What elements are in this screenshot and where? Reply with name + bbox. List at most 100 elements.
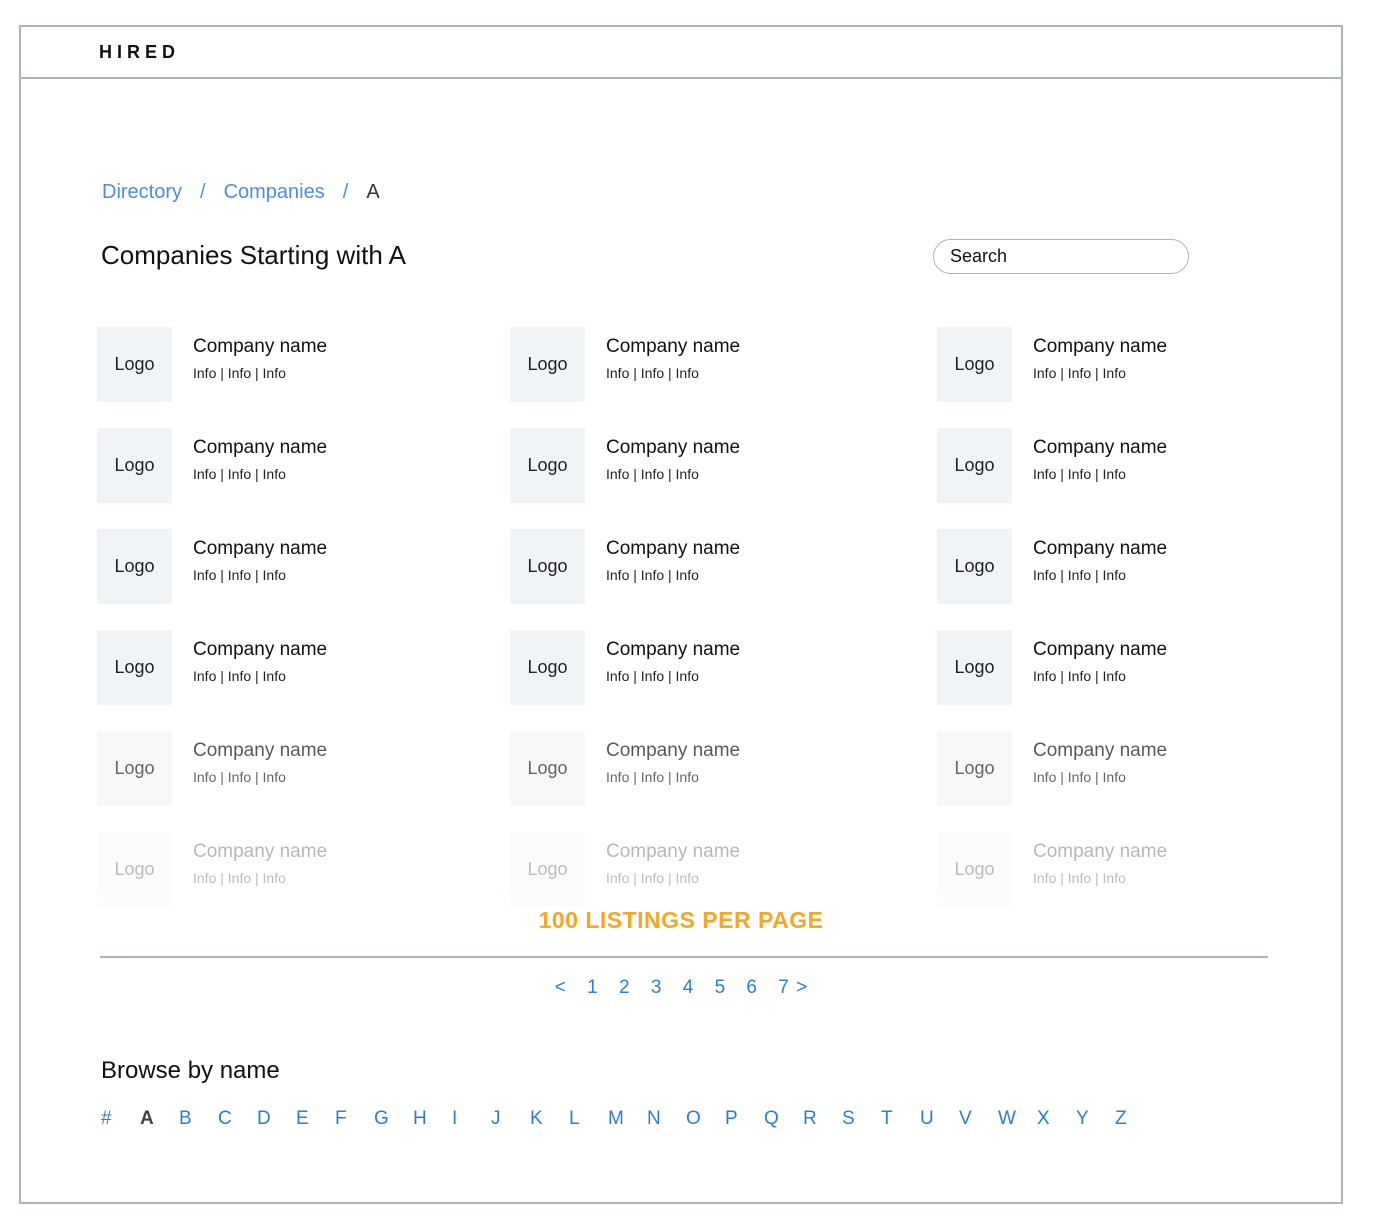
alphabet-letter-b[interactable]: B	[179, 1108, 218, 1130]
alphabet-letter-n[interactable]: N	[647, 1108, 686, 1130]
company-logo: Logo	[937, 832, 1012, 907]
alphabet-letter-i[interactable]: I	[452, 1108, 491, 1130]
alphabet-letter-m[interactable]: M	[608, 1108, 647, 1130]
company-logo: Logo	[510, 731, 585, 806]
company-text: Company name Info | Info | Info	[193, 327, 327, 382]
alphabet-letter-l[interactable]: L	[569, 1108, 608, 1130]
alphabet-letter-f[interactable]: F	[335, 1108, 374, 1130]
pagination-prev[interactable]: <	[555, 977, 566, 999]
company-name[interactable]: Company name	[1033, 740, 1167, 762]
alphabet-letter-e[interactable]: E	[296, 1108, 335, 1130]
company-card[interactable]: Logo Company name Info | Info | Info	[510, 731, 890, 807]
company-text: Company name Info | Info | Info	[193, 630, 327, 685]
company-card[interactable]: Logo Company name Info | Info | Info	[97, 630, 477, 706]
company-card[interactable]: Logo Company name Info | Info | Info	[97, 832, 477, 908]
company-card[interactable]: Logo Company name Info | Info | Info	[937, 428, 1317, 504]
page-link-6[interactable]: 6	[746, 977, 757, 999]
page-link-3[interactable]: 3	[651, 977, 662, 999]
company-info: Info | Info | Info	[606, 668, 699, 684]
company-name[interactable]: Company name	[193, 740, 327, 762]
company-card[interactable]: Logo Company name Info | Info | Info	[510, 832, 890, 908]
company-card[interactable]: Logo Company name Info | Info | Info	[937, 529, 1317, 605]
company-logo: Logo	[937, 428, 1012, 503]
alphabet-letter-p[interactable]: P	[725, 1108, 764, 1130]
company-logo: Logo	[937, 731, 1012, 806]
company-text: Company name Info | Info | Info	[193, 832, 327, 887]
company-name[interactable]: Company name	[1033, 639, 1167, 661]
alphabet-letter-j[interactable]: J	[491, 1108, 530, 1130]
browse-by-name-heading: Browse by name	[101, 1057, 280, 1084]
company-name[interactable]: Company name	[193, 639, 327, 661]
alphabet-letter-d[interactable]: D	[257, 1108, 296, 1130]
company-name[interactable]: Company name	[193, 437, 327, 459]
company-info: Info | Info | Info	[1033, 466, 1126, 482]
pagination-next[interactable]: >	[796, 977, 807, 999]
company-name[interactable]: Company name	[606, 437, 740, 459]
company-name[interactable]: Company name	[606, 336, 740, 358]
alphabet-letter-g[interactable]: G	[374, 1108, 413, 1130]
alphabet-letter-z[interactable]: Z	[1115, 1108, 1154, 1130]
company-card[interactable]: Logo Company name Info | Info | Info	[510, 327, 890, 403]
page-link-1[interactable]: 1	[587, 977, 598, 999]
company-card[interactable]: Logo Company name Info | Info | Info	[937, 731, 1317, 807]
divider	[100, 956, 1268, 958]
alphabet-letter-t[interactable]: T	[881, 1108, 920, 1130]
company-text: Company name Info | Info | Info	[606, 428, 740, 483]
company-card[interactable]: Logo Company name Info | Info | Info	[97, 529, 477, 605]
company-name[interactable]: Company name	[193, 538, 327, 560]
alphabet-letter-s[interactable]: S	[842, 1108, 881, 1130]
company-info: Info | Info | Info	[1033, 668, 1126, 684]
company-text: Company name Info | Info | Info	[193, 428, 327, 483]
alphabet-letter-w[interactable]: W	[998, 1108, 1037, 1130]
alphabet-letter-o[interactable]: O	[686, 1108, 725, 1130]
alphabet-letter-c[interactable]: C	[218, 1108, 257, 1130]
company-info: Info | Info | Info	[193, 466, 286, 482]
company-card[interactable]: Logo Company name Info | Info | Info	[510, 630, 890, 706]
company-text: Company name Info | Info | Info	[606, 327, 740, 382]
company-card[interactable]: Logo Company name Info | Info | Info	[937, 630, 1317, 706]
page-frame: HIRED Directory / Companies / A Companie…	[19, 25, 1343, 1204]
company-logo: Logo	[937, 630, 1012, 705]
company-logo: Logo	[97, 529, 172, 604]
alphabet-letter-hash[interactable]: #	[101, 1108, 140, 1130]
company-card[interactable]: Logo Company name Info | Info | Info	[510, 428, 890, 504]
alphabet-letter-r[interactable]: R	[803, 1108, 842, 1130]
company-name[interactable]: Company name	[1033, 336, 1167, 358]
company-logo: Logo	[510, 529, 585, 604]
page-link-2[interactable]: 2	[619, 977, 630, 999]
company-name[interactable]: Company name	[193, 336, 327, 358]
alphabet-letter-h[interactable]: H	[413, 1108, 452, 1130]
company-card[interactable]: Logo Company name Info | Info | Info	[97, 327, 477, 403]
company-name[interactable]: Company name	[606, 740, 740, 762]
alphabet-letter-u[interactable]: U	[920, 1108, 959, 1130]
company-name[interactable]: Company name	[606, 639, 740, 661]
alphabet-letter-y[interactable]: Y	[1076, 1108, 1115, 1130]
company-card[interactable]: Logo Company name Info | Info | Info	[97, 731, 477, 807]
brand-logo[interactable]: HIRED	[99, 42, 180, 63]
search-input[interactable]	[933, 239, 1189, 274]
company-text: Company name Info | Info | Info	[606, 832, 740, 887]
alphabet-letter-q[interactable]: Q	[764, 1108, 803, 1130]
company-card[interactable]: Logo Company name Info | Info | Info	[510, 529, 890, 605]
page-link-5[interactable]: 5	[715, 977, 726, 999]
company-card[interactable]: Logo Company name Info | Info | Info	[937, 327, 1317, 403]
page-link-7[interactable]: 7	[778, 977, 789, 999]
company-logo: Logo	[510, 327, 585, 402]
alphabet-letter-k[interactable]: K	[530, 1108, 569, 1130]
company-name[interactable]: Company name	[1033, 538, 1167, 560]
company-name[interactable]: Company name	[193, 841, 327, 863]
breadcrumb-directory[interactable]: Directory	[102, 181, 182, 204]
company-name[interactable]: Company name	[1033, 437, 1167, 459]
company-card[interactable]: Logo Company name Info | Info | Info	[97, 428, 477, 504]
company-name[interactable]: Company name	[606, 841, 740, 863]
page-link-4[interactable]: 4	[683, 977, 694, 999]
company-text: Company name Info | Info | Info	[606, 529, 740, 584]
company-name[interactable]: Company name	[1033, 841, 1167, 863]
company-text: Company name Info | Info | Info	[1033, 327, 1167, 382]
breadcrumb-companies[interactable]: Companies	[224, 181, 325, 204]
company-name[interactable]: Company name	[606, 538, 740, 560]
alphabet-letter-v[interactable]: V	[959, 1108, 998, 1130]
alphabet-letter-a[interactable]: A	[140, 1108, 179, 1130]
company-card[interactable]: Logo Company name Info | Info | Info	[937, 832, 1317, 908]
alphabet-letter-x[interactable]: X	[1037, 1108, 1076, 1130]
